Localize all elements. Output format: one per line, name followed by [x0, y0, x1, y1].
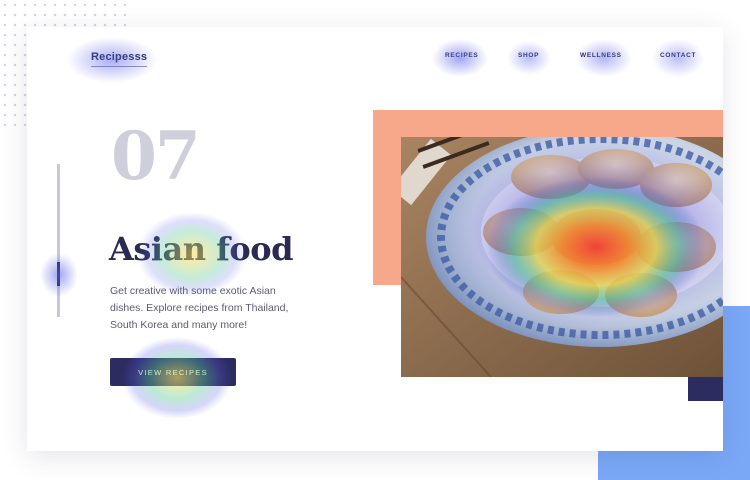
nav-item-recipes[interactable]: RECIPES — [445, 52, 478, 59]
logo[interactable]: Recipesss — [91, 51, 148, 67]
nav-item-contact[interactable]: CONTACT — [660, 52, 696, 59]
navy-accent-square — [688, 377, 723, 401]
dumplings-plate-image — [401, 137, 723, 377]
hero-card: Recipesss RECIPES SHOP WELLNESS CONTACT … — [27, 27, 723, 451]
view-recipes-button[interactable]: VIEW RECIPES — [110, 358, 236, 386]
slide-number: 07 — [111, 117, 201, 195]
hero-description: Get creative with some exotic Asian dish… — [110, 285, 289, 331]
nav-item-wellness[interactable]: WELLNESS — [580, 52, 622, 59]
hero-title: Asian food — [109, 230, 293, 268]
food-photo — [401, 137, 723, 377]
slide-progress-thumb[interactable] — [57, 262, 60, 286]
slide-progress-track[interactable] — [57, 164, 60, 317]
nav-item-shop[interactable]: SHOP — [518, 52, 539, 59]
